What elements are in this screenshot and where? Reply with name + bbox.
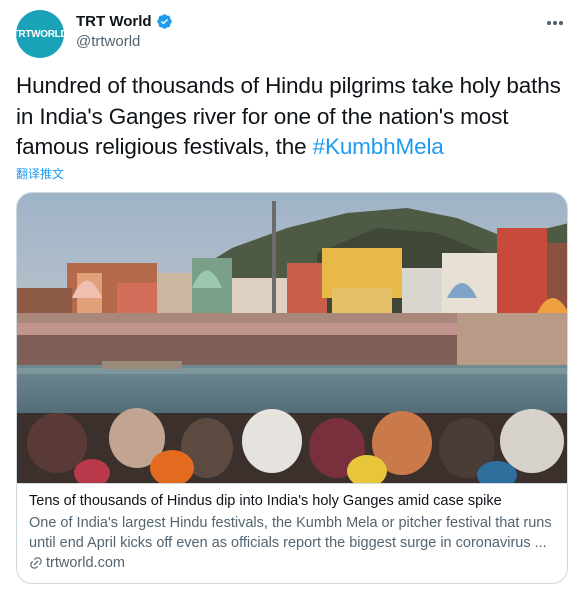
verified-badge-icon xyxy=(156,14,172,29)
card-title[interactable]: Tens of thousands of Hindus dip into Ind… xyxy=(29,492,557,511)
author-display-name[interactable]: TRT World xyxy=(76,13,152,30)
more-horizontal-icon[interactable] xyxy=(544,14,566,32)
author-handle[interactable]: @trtworld xyxy=(76,33,140,50)
tweet: TRTWORLD TRT World @trtworld Hundred of … xyxy=(0,0,584,591)
author-avatar[interactable]: TRTWORLD xyxy=(16,10,64,58)
author-name-row[interactable]: TRT World xyxy=(76,13,173,30)
card-domain-text[interactable]: trtworld.com xyxy=(46,555,125,571)
link-icon xyxy=(30,557,42,569)
tweet-body-text: Hundred of thousands of Hindu pilgrims t… xyxy=(16,73,561,159)
tweet-text: Hundred of thousands of Hindu pilgrims t… xyxy=(16,71,571,163)
card-description: One of India's largest Hindu festivals, … xyxy=(29,515,552,551)
link-preview-card[interactable]: Tens of thousands of Hindus dip into Ind… xyxy=(16,192,568,584)
hashtag-link[interactable]: #KumbhMela xyxy=(313,134,444,159)
avatar-logo-text: TRTWORLD xyxy=(16,28,64,40)
card-domain[interactable]: trtworld.com xyxy=(29,555,557,571)
card-image[interactable] xyxy=(17,193,568,483)
card-body[interactable]: Tens of thousands of Hindus dip into Ind… xyxy=(17,483,567,583)
translate-tweet-link[interactable]: 翻译推文 xyxy=(16,165,64,182)
